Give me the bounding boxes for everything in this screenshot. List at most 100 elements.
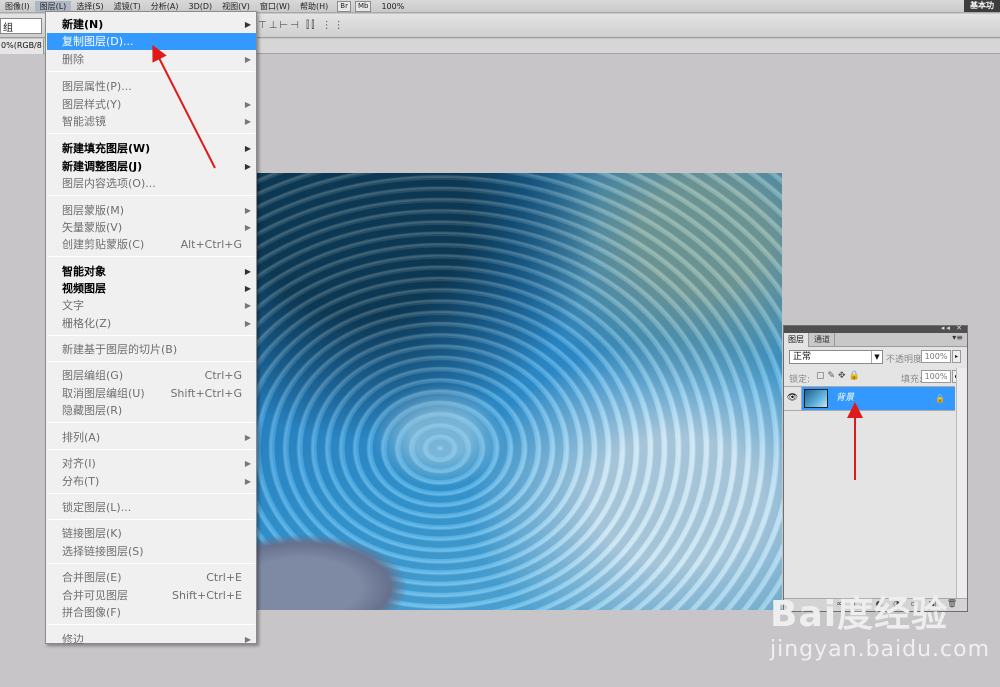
fill-input[interactable]: 100% — [921, 370, 951, 383]
menu-item-label: 锁定图层(L)... — [62, 501, 132, 514]
menu-help[interactable]: 帮助(H) — [295, 1, 333, 12]
menu-item-label: 文字 — [62, 299, 84, 312]
menu-item[interactable]: 智能对象 ▶ — [47, 263, 256, 280]
tool-preset-select[interactable]: 组 — [0, 18, 42, 34]
menu-item: 图层属性(P)... — [47, 78, 256, 95]
menu-item[interactable]: 复制图层(D)... — [47, 33, 256, 50]
blend-mode-select[interactable]: 正常 ▼ — [789, 350, 883, 364]
menu-separator — [48, 493, 255, 494]
tab-layers[interactable]: 图层 — [784, 333, 809, 347]
menu-separator — [48, 361, 255, 362]
menu-item-label: 图层属性(P)... — [62, 80, 132, 93]
menu-item[interactable]: 新建调整图层(J) ▶ — [47, 158, 256, 175]
menu-item[interactable]: 视频图层 ▶ — [47, 280, 256, 297]
layer-row-background[interactable]: 👁 背景 🔒 — [784, 386, 955, 411]
eye-icon[interactable]: 👁 — [784, 387, 802, 410]
menu-item: 修边 ▶ — [47, 631, 256, 648]
canvas-image[interactable] — [256, 173, 782, 610]
menu-item-label: 图层内容选项(O)... — [62, 177, 156, 190]
opacity-input[interactable]: 100% — [921, 350, 951, 363]
menu-item: 合并可见图层 Shift+Ctrl+E — [47, 587, 256, 604]
menu-item: 删除 ▶ — [47, 51, 256, 68]
submenu-arrow-icon: ▶ — [244, 459, 251, 468]
layer-thumbnail — [804, 389, 828, 408]
menu-item-label: 智能滤镜 — [62, 115, 106, 128]
submenu-arrow-icon: ▶ — [244, 162, 251, 171]
lock-icon: 🔒 — [935, 394, 945, 403]
submenu-arrow-icon: ▶ — [244, 319, 251, 328]
menu-separator — [48, 422, 255, 423]
menu-item: 图层内容选项(O)... — [47, 175, 256, 192]
menu-item: 文字 ▶ — [47, 297, 256, 314]
menu-window[interactable]: 窗口(W) — [255, 1, 295, 12]
menu-item-shortcut: Ctrl+E — [206, 571, 242, 584]
menu-select[interactable]: 选择(S) — [71, 1, 108, 12]
menu-item: 选择链接图层(S) — [47, 543, 256, 560]
menu-analysis[interactable]: 分析(A) — [146, 1, 184, 12]
fill-label: 填充: — [901, 375, 923, 385]
submenu-arrow-icon: ▶ — [244, 301, 251, 310]
menu-separator — [48, 256, 255, 257]
panel-tabs: 图层 通道 — [784, 333, 967, 347]
menu-item[interactable]: 新建(N) ▶ — [47, 16, 256, 33]
menu-item-label: 修边 — [62, 633, 84, 646]
layer-name[interactable]: 背景 — [836, 387, 854, 410]
menu-item: 取消图层编组(U) Shift+Ctrl+G — [47, 385, 256, 402]
zoom-level[interactable]: 100% — [381, 2, 404, 11]
chevron-down-icon: ▼ — [871, 351, 882, 363]
layers-panel: ◂◂ ✕ 图层 通道 ▾≡ 正常 ▼ 不透明度: 100% ▸ 锁定: ▢✎✥🔒… — [783, 324, 968, 612]
panel-collapse-icon[interactable]: ◂◂ ✕ — [941, 324, 964, 332]
workspace-switcher[interactable]: 基本功 — [964, 0, 1000, 12]
opacity-arrow-icon[interactable]: ▸ — [952, 350, 961, 363]
mini-bridge-button[interactable]: Mb — [354, 0, 372, 12]
menu-separator — [48, 624, 255, 625]
menu-item-label: 图层蒙版(M) — [62, 204, 125, 217]
panel-titlebar[interactable]: ◂◂ ✕ — [784, 324, 967, 333]
menu-item-label: 取消图层编组(U) — [62, 387, 145, 400]
menu-item: 拼合图像(F) — [47, 604, 256, 621]
menu-item: 智能滤镜 ▶ — [47, 113, 256, 130]
menu-item-label: 对齐(I) — [62, 457, 96, 470]
menu-item: 隐藏图层(R) — [47, 402, 256, 419]
submenu-arrow-icon: ▶ — [244, 20, 251, 29]
menu-filter[interactable]: 滤镜(T) — [109, 1, 146, 12]
menu-item: 创建剪贴蒙版(C) Alt+Ctrl+G — [47, 236, 256, 253]
menu-item: 图层蒙版(M) ▶ — [47, 202, 256, 219]
menu-item-label: 合并图层(E) — [62, 571, 122, 584]
submenu-arrow-icon: ▶ — [244, 223, 251, 232]
submenu-arrow-icon: ▶ — [244, 55, 251, 64]
menu-item-shortcut: Ctrl+G — [204, 369, 242, 382]
lock-label: 锁定: — [789, 375, 811, 385]
lock-icons[interactable]: ▢✎✥🔒 — [816, 371, 863, 381]
menu-item-label: 新建填充图层(W) — [62, 142, 151, 155]
align-icons[interactable]: ⊤⊥⊢⊣ ⫿⫿ ⋮⋮ — [258, 20, 346, 31]
menu-item-label: 图层编组(G) — [62, 369, 124, 382]
menu-view[interactable]: 视图(V) — [217, 1, 255, 12]
menu-image[interactable]: 图像(I) — [0, 1, 35, 12]
menu-item-label: 新建基于图层的切片(B) — [62, 343, 178, 356]
menu-layer[interactable]: 图层(L) — [34, 0, 72, 12]
submenu-arrow-icon: ▶ — [244, 635, 251, 644]
menu-item-label: 删除 — [62, 53, 84, 66]
document-tab[interactable]: 0%(RGB/8 — [0, 39, 44, 54]
canvas-rock — [256, 535, 406, 610]
submenu-arrow-icon: ▶ — [244, 267, 251, 276]
menu-item: 矢量蒙版(V) ▶ — [47, 219, 256, 236]
menu-3d[interactable]: 3D(D) — [184, 2, 218, 11]
opacity-label: 不透明度: — [886, 355, 926, 365]
submenu-arrow-icon: ▶ — [244, 206, 251, 215]
baidu-watermark: Bai度经验 jingyan.baidu.com — [770, 585, 990, 675]
bridge-button[interactable]: Br — [337, 0, 351, 12]
submenu-arrow-icon: ▶ — [244, 433, 251, 442]
menu-separator — [48, 133, 255, 134]
tab-channels[interactable]: 通道 — [810, 333, 835, 347]
menu-item-label: 复制图层(D)... — [62, 35, 134, 48]
menu-item[interactable]: 新建填充图层(W) ▶ — [47, 140, 256, 157]
panel-scrollbar[interactable] — [956, 368, 967, 598]
submenu-arrow-icon: ▶ — [244, 117, 251, 126]
panel-menu-icon[interactable]: ▾≡ — [952, 333, 963, 342]
menu-item-label: 合并可见图层 — [62, 589, 128, 602]
menu-separator — [48, 335, 255, 336]
menu-item: 链接图层(K) — [47, 525, 256, 542]
menu-item-shortcut: Alt+Ctrl+G — [180, 238, 242, 251]
